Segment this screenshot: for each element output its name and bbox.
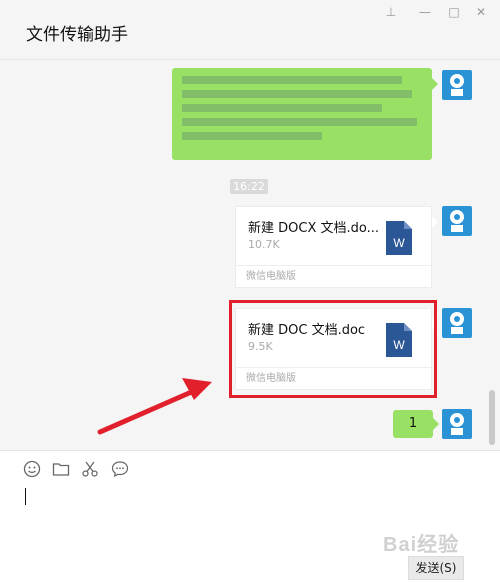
message-timestamp: 16:22 xyxy=(230,179,268,194)
send-button[interactable]: 发送(S) xyxy=(408,556,464,580)
bubble-tail xyxy=(432,216,438,228)
emoji-icon[interactable] xyxy=(23,460,43,480)
highlight-box xyxy=(229,300,437,398)
bubble-tail xyxy=(432,78,438,90)
svg-text:W: W xyxy=(393,236,405,250)
folder-icon[interactable] xyxy=(52,460,72,480)
pin-icon[interactable]: ⊥ xyxy=(379,3,403,21)
avatar[interactable] xyxy=(442,409,472,439)
scrollbar[interactable] xyxy=(489,390,495,445)
window-title: 文件传输助手 xyxy=(26,25,128,45)
chat-history-icon[interactable] xyxy=(111,460,131,480)
avatar[interactable] xyxy=(442,70,472,100)
text-cursor xyxy=(25,488,26,505)
bubble-tail xyxy=(433,418,439,430)
scissors-icon[interactable] xyxy=(81,460,101,480)
file-message-card[interactable]: 新建 DOCX 文档.do... 10.7K W 微信电脑版 xyxy=(235,206,432,288)
file-source-footer: 微信电脑版 xyxy=(236,265,431,288)
file-size: 10.7K xyxy=(248,238,280,251)
text-message-bubble[interactable]: 1 xyxy=(393,410,433,438)
avatar[interactable] xyxy=(442,206,472,236)
file-name: 新建 DOCX 文档.do... xyxy=(248,221,379,236)
title-bar: 文件传输助手 ⊥ — □ ✕ xyxy=(0,0,500,60)
close-icon[interactable]: ✕ xyxy=(469,3,493,21)
baidu-watermark: Bai经验 xyxy=(383,534,460,556)
blurred-message-bubble[interactable] xyxy=(172,68,432,160)
word-doc-icon: W xyxy=(386,221,412,255)
maximize-icon[interactable]: □ xyxy=(442,3,466,21)
minimize-icon[interactable]: — xyxy=(413,3,437,21)
avatar[interactable] xyxy=(442,308,472,338)
